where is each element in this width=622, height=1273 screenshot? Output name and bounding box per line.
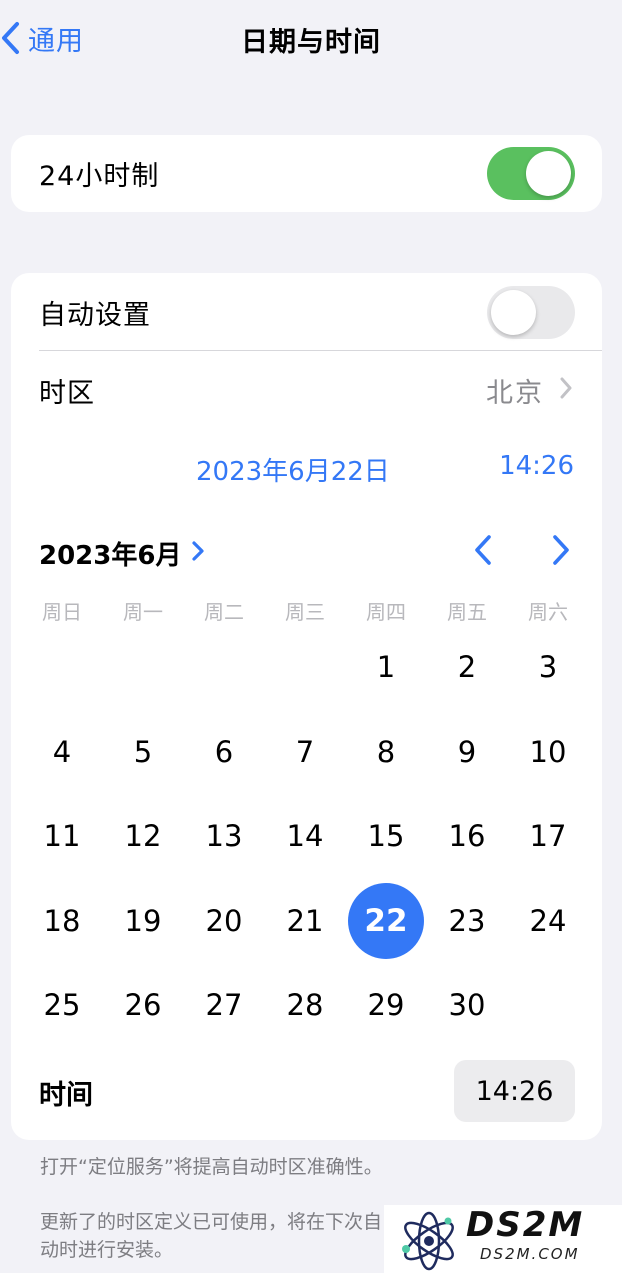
calendar-day[interactable]: 24: [510, 883, 586, 959]
calendar-day[interactable]: 11: [24, 798, 100, 874]
watermark-subtitle: DS2M.COM: [480, 1245, 580, 1263]
chevron-right-icon: [549, 535, 573, 571]
calendar-day[interactable]: 19: [105, 883, 181, 959]
update-footnote: 更新了的时区定义已可使用，将在下次自动时进行安装。: [40, 1211, 383, 1261]
calendar-day[interactable]: 1: [348, 629, 424, 705]
hour24-label: 24小时制: [39, 161, 160, 192]
date-display[interactable]: 2023年6月22日: [196, 451, 390, 488]
calendar-day[interactable]: 26: [105, 967, 181, 1043]
calendar-day[interactable]: 23: [429, 883, 505, 959]
calendar-day[interactable]: 17: [510, 798, 586, 874]
calendar-day[interactable]: 14: [267, 798, 343, 874]
calendar-day[interactable]: 29: [348, 967, 424, 1043]
toggle-knob: [526, 151, 571, 196]
calendar-day[interactable]: 20: [186, 883, 262, 959]
month-year-button[interactable]: 2023年6月: [39, 535, 205, 572]
calendar-day[interactable]: 12: [105, 798, 181, 874]
calendar-day[interactable]: 13: [186, 798, 262, 874]
calendar-day[interactable]: 16: [429, 798, 505, 874]
chevron-left-icon: [471, 535, 495, 571]
calendar-day[interactable]: 5: [105, 714, 181, 790]
weekday-label: 周日: [42, 600, 82, 624]
calendar-day-selected[interactable]: 22: [348, 882, 424, 959]
calendar-day[interactable]: 30: [429, 967, 505, 1043]
timezone-label: 时区: [39, 377, 95, 409]
weekday-label: 周三: [285, 600, 325, 624]
weekday-label: 周二: [204, 600, 244, 624]
location-footnote: 打开“定位服务”将提高自动时区准确性。: [40, 1156, 383, 1178]
chevron-right-icon: [181, 539, 205, 569]
calendar-day[interactable]: 15: [348, 798, 424, 874]
calendar-day[interactable]: 4: [24, 714, 100, 790]
calendar-day[interactable]: 21: [267, 883, 343, 959]
weekday-label: 周四: [366, 600, 406, 624]
weekday-label: 周一: [123, 600, 163, 624]
calendar-day[interactable]: 6: [186, 714, 262, 790]
auto-set-row: 自动设置: [11, 273, 602, 351]
toggle-knob: [491, 290, 536, 335]
hour24-row: 24小时制: [11, 135, 602, 212]
atom-logo-icon: [396, 1209, 462, 1273]
timezone-row[interactable]: 时区 北京: [11, 351, 602, 429]
calendar-day[interactable]: 10: [510, 714, 586, 790]
weekday-label: 周五: [447, 600, 487, 624]
chevron-right-icon: [560, 377, 572, 403]
auto-set-label: 自动设置: [39, 299, 151, 331]
timezone-value: 北京: [486, 377, 544, 409]
calendar-day[interactable]: 7: [267, 714, 343, 790]
previous-month-button[interactable]: [471, 533, 495, 571]
time-value: 14:26: [475, 1075, 554, 1107]
calendar-day[interactable]: 2: [429, 629, 505, 705]
time-label: 时间: [39, 1080, 93, 1111]
watermark-title: DS2M: [466, 1205, 585, 1245]
hour24-card: 24小时制: [11, 135, 602, 212]
calendar-day[interactable]: 28: [267, 967, 343, 1043]
time-display[interactable]: 14:26: [499, 451, 574, 481]
auto-set-toggle[interactable]: [487, 286, 575, 339]
watermark: DS2M DS2M.COM: [384, 1205, 622, 1273]
calendar-day[interactable]: 27: [186, 967, 262, 1043]
time-picker-button[interactable]: 14:26: [454, 1060, 575, 1122]
calendar-day[interactable]: 8: [348, 714, 424, 790]
date-time-card: 自动设置 时区 北京 2023年6月22日 14:26 2023年6月 周日 周…: [11, 273, 602, 1140]
month-year-label: 2023年6月: [39, 541, 182, 571]
date-time-settings-screen: 通用 日期与时间 24小时制 自动设置 时区 北京 2023年6月22日 14:…: [0, 0, 622, 1273]
calendar-day[interactable]: 25: [24, 967, 100, 1043]
calendar-day[interactable]: 9: [429, 714, 505, 790]
calendar-day[interactable]: 3: [510, 629, 586, 705]
hour24-toggle[interactable]: [487, 147, 575, 200]
navigation-bar: 通用 日期与时间: [0, 0, 622, 76]
weekday-label: 周六: [528, 600, 568, 624]
next-month-button[interactable]: [549, 533, 573, 571]
calendar-day[interactable]: 18: [24, 883, 100, 959]
page-title: 日期与时间: [241, 27, 381, 58]
